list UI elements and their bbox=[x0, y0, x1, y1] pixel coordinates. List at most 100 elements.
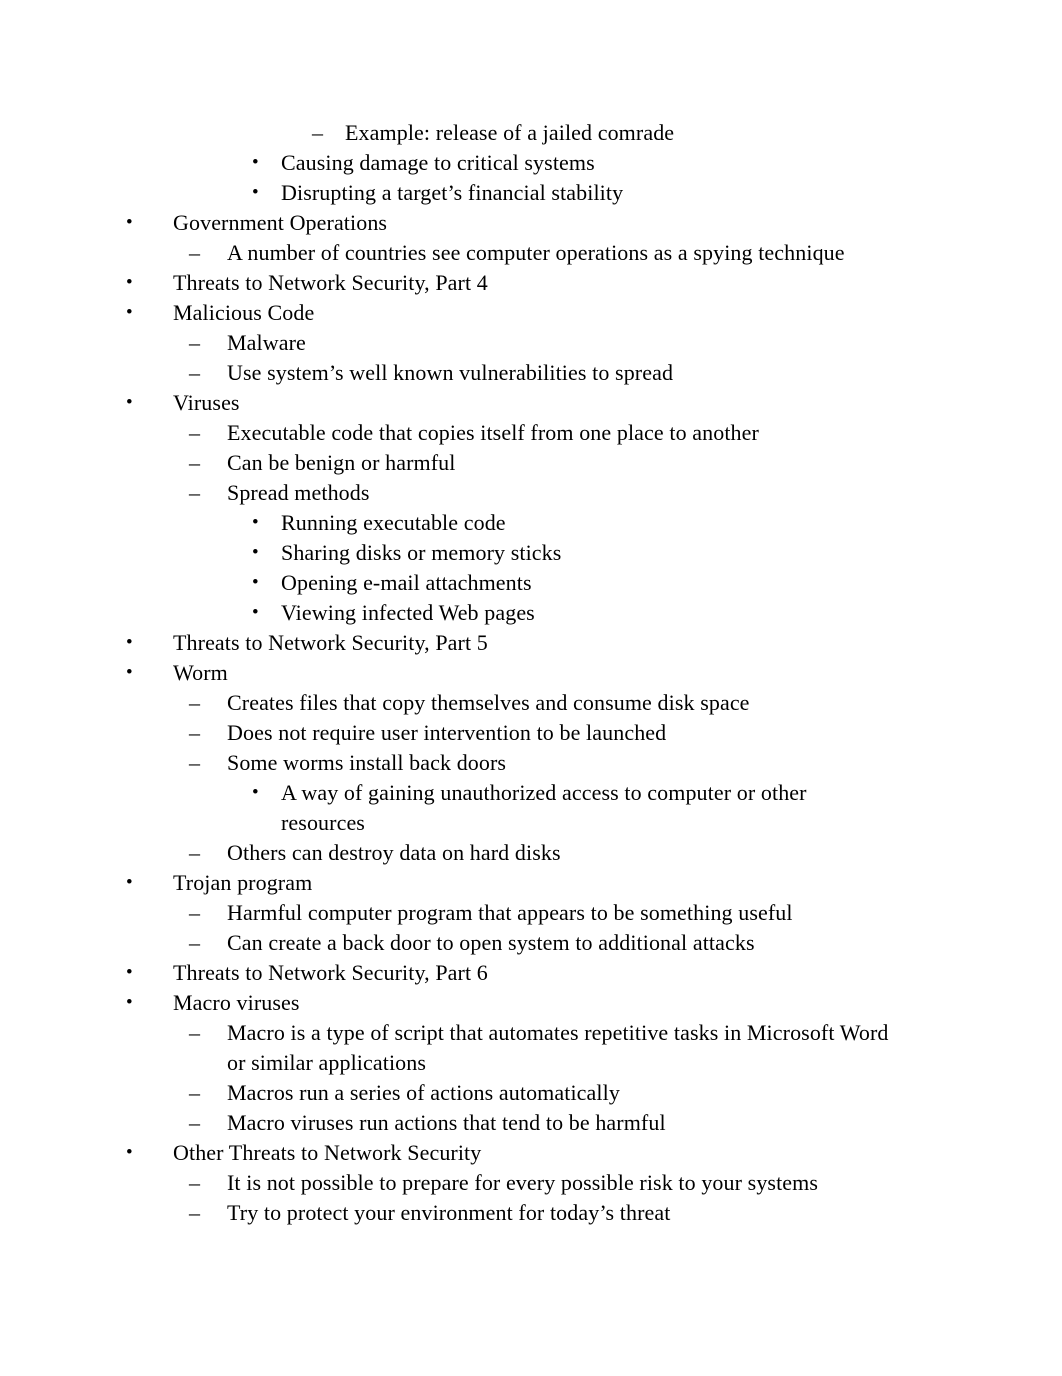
outline-item-text: Viewing infected Web pages bbox=[281, 600, 535, 625]
outline-item: – Macros run a series of actions automati… bbox=[0, 1078, 1062, 1108]
outline-item-text: A number of countries see computer opera… bbox=[227, 240, 845, 265]
bullet-marker-icon: • bbox=[126, 632, 133, 653]
dash-marker-icon: – bbox=[189, 1200, 201, 1225]
outline-item-text: Macros run a series of actions automatic… bbox=[227, 1080, 620, 1105]
outline-item: – Others can destroy data on hard disks bbox=[0, 838, 1062, 868]
outline-item: • Sharing disks or memory sticks bbox=[0, 538, 1062, 568]
outline-item-text: Sharing disks or memory sticks bbox=[281, 540, 562, 565]
outline-item-text: Trojan program bbox=[173, 870, 313, 895]
outline-item: – Does not require user intervention to b… bbox=[0, 718, 1062, 748]
dash-marker-icon: – bbox=[189, 720, 201, 745]
outline-item: – Malware bbox=[0, 328, 1062, 358]
outline-item-text: Opening e-mail attachments bbox=[281, 570, 532, 595]
bullet-marker-icon: • bbox=[252, 182, 259, 203]
outline-item-text: Some worms install back doors bbox=[227, 750, 507, 775]
bullet-marker-icon: • bbox=[126, 1142, 133, 1163]
outline-item-text: Can be benign or harmful bbox=[227, 450, 456, 475]
dash-marker-icon: – bbox=[189, 750, 201, 775]
outline-item-text: Others can destroy data on hard disks bbox=[227, 840, 561, 865]
bullet-marker-icon: • bbox=[126, 992, 133, 1013]
bullet-marker-icon: • bbox=[126, 212, 133, 233]
bullet-marker-icon: • bbox=[252, 152, 259, 173]
bullet-marker-icon: • bbox=[252, 542, 259, 563]
dash-marker-icon: – bbox=[189, 690, 201, 715]
outline-item: • Threats to Network Security, Part 5 bbox=[0, 628, 1062, 658]
bullet-marker-icon: • bbox=[126, 392, 133, 413]
outline-item-text: Try to protect your environment for toda… bbox=[227, 1200, 671, 1225]
dash-marker-icon: – bbox=[312, 120, 324, 145]
outline-item-text: Creates files that copy themselves and c… bbox=[227, 690, 750, 715]
bullet-marker-icon: • bbox=[252, 782, 259, 803]
outline-item-text: Threats to Network Security, Part 5 bbox=[173, 630, 488, 655]
outline-item-text: Government Operations bbox=[173, 210, 388, 235]
outline-item: • Government Operations bbox=[0, 208, 1062, 238]
document-page: – Example: release of a jailed comrade • Ca… bbox=[0, 0, 1062, 1376]
outline-item: – Macro viruses run actions that tend to … bbox=[0, 1108, 1062, 1138]
dash-marker-icon: – bbox=[189, 1080, 201, 1105]
outline-item-text: Spread methods bbox=[227, 480, 370, 505]
outline-item: – Use system’s well known vulnerabilities… bbox=[0, 358, 1062, 388]
dash-marker-icon: – bbox=[189, 420, 201, 445]
outline-item-text: Macro is a type of script that automates… bbox=[227, 1020, 889, 1075]
bullet-marker-icon: • bbox=[126, 302, 133, 323]
outline-item-text: Can create a back door to open system to… bbox=[227, 930, 755, 955]
outline-item-text: Harmful computer program that appears to… bbox=[227, 900, 793, 925]
dash-marker-icon: – bbox=[189, 1170, 201, 1195]
bullet-marker-icon: • bbox=[126, 662, 133, 683]
outline-item: – Some worms install back doors bbox=[0, 748, 1062, 778]
outline-item: – Harmful computer program that appears t… bbox=[0, 898, 1062, 928]
outline-item: • Causing damage to critical systems bbox=[0, 148, 1062, 178]
bullet-marker-icon: • bbox=[252, 572, 259, 593]
outline-item: – Try to protect your environment for tod… bbox=[0, 1198, 1062, 1228]
outline-item-text: Executable code that copies itself from … bbox=[227, 420, 759, 445]
dash-marker-icon: – bbox=[189, 900, 201, 925]
outline-item-text: Worm bbox=[173, 660, 228, 685]
bullet-marker-icon: • bbox=[252, 602, 259, 623]
outline-item-text: Macro viruses bbox=[173, 990, 300, 1015]
outline-item: • Threats to Network Security, Part 4 bbox=[0, 268, 1062, 298]
outline-item-text: Disrupting a target’s financial stabilit… bbox=[281, 180, 624, 205]
outline-item: • Worm bbox=[0, 658, 1062, 688]
outline-item-text: Example: release of a jailed comrade bbox=[345, 120, 675, 145]
outline-item-text: Threats to Network Security, Part 6 bbox=[173, 960, 488, 985]
outline-item: – Can create a back door to open system t… bbox=[0, 928, 1062, 958]
bullet-marker-icon: • bbox=[126, 962, 133, 983]
outline-item-text: It is not possible to prepare for every … bbox=[227, 1170, 819, 1195]
outline-item: • Other Threats to Network Security bbox=[0, 1138, 1062, 1168]
dash-marker-icon: – bbox=[189, 930, 201, 955]
dash-marker-icon: – bbox=[189, 240, 201, 265]
outline-item-text: Macro viruses run actions that tend to b… bbox=[227, 1110, 666, 1135]
dash-marker-icon: – bbox=[189, 330, 201, 355]
outline-item-text: Running executable code bbox=[281, 510, 506, 535]
dash-marker-icon: – bbox=[189, 1110, 201, 1135]
outline-item: – Executable code that copies itself from… bbox=[0, 418, 1062, 448]
outline-item: • Threats to Network Security, Part 6 bbox=[0, 958, 1062, 988]
outline-item-text: Causing damage to critical systems bbox=[281, 150, 595, 175]
bullet-marker-icon: • bbox=[252, 512, 259, 533]
outline-item: • Macro viruses bbox=[0, 988, 1062, 1018]
outline-item-text: Does not require user intervention to be… bbox=[227, 720, 667, 745]
outline-item-text: Viruses bbox=[173, 390, 240, 415]
outline-item: – Macro is a type of script that automate… bbox=[0, 1018, 1062, 1078]
dash-marker-icon: – bbox=[189, 450, 201, 475]
outline-item: – It is not possible to prepare for every… bbox=[0, 1168, 1062, 1198]
outline-item: • Opening e-mail attachments bbox=[0, 568, 1062, 598]
outline-item: • Trojan program bbox=[0, 868, 1062, 898]
bullet-marker-icon: • bbox=[126, 872, 133, 893]
outline-item: • Disrupting a target’s financial stabili… bbox=[0, 178, 1062, 208]
bullet-marker-icon: • bbox=[126, 272, 133, 293]
outline-item: – Spread methods bbox=[0, 478, 1062, 508]
outline-item: • Viewing infected Web pages bbox=[0, 598, 1062, 628]
dash-marker-icon: – bbox=[189, 480, 201, 505]
dash-marker-icon: – bbox=[189, 840, 201, 865]
outline-item: – Can be benign or harmful bbox=[0, 448, 1062, 478]
outline-item: – A number of countries see computer oper… bbox=[0, 238, 1062, 268]
dash-marker-icon: – bbox=[189, 1020, 201, 1045]
outline-item: – Creates files that copy themselves and … bbox=[0, 688, 1062, 718]
outline-item-text: Malware bbox=[227, 330, 306, 355]
outline-item-text: Other Threats to Network Security bbox=[173, 1140, 482, 1165]
outline-item-text: Threats to Network Security, Part 4 bbox=[173, 270, 488, 295]
dash-marker-icon: – bbox=[189, 360, 201, 385]
outline-item: • Viruses bbox=[0, 388, 1062, 418]
outline-item: • A way of gaining unauthorized access to… bbox=[0, 778, 1062, 838]
